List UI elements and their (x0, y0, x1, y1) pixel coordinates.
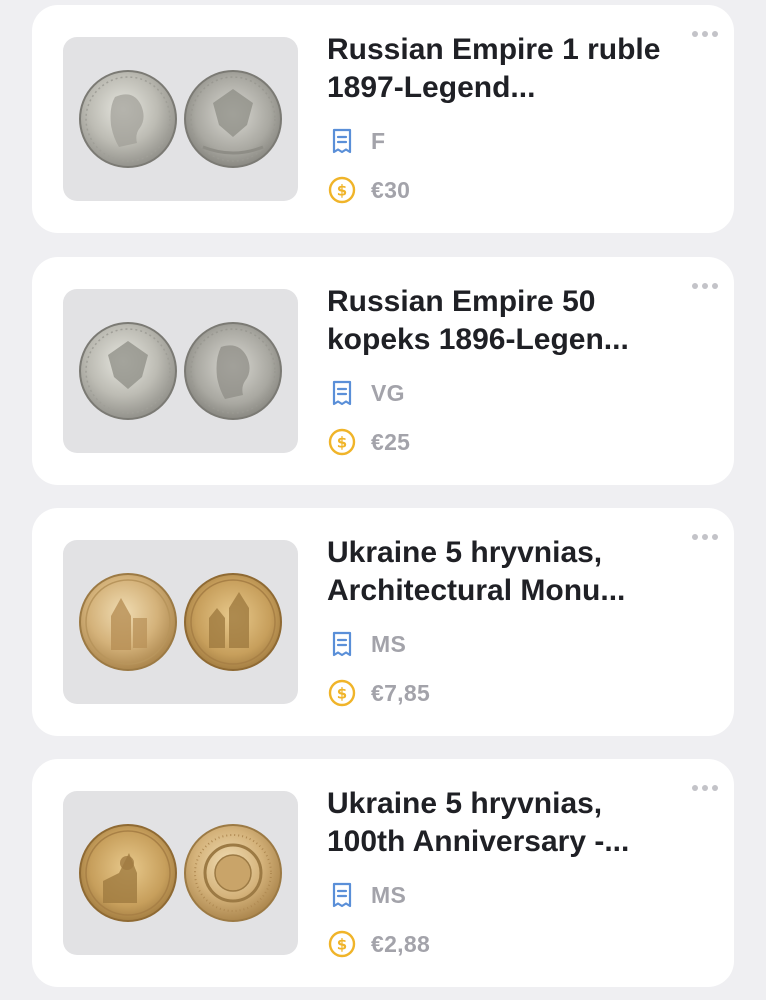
price-row: $ €7,85 (328, 679, 430, 707)
more-horizontal-icon (692, 785, 698, 791)
svg-text:$: $ (337, 685, 347, 703)
coin-thumbnail[interactable] (63, 37, 298, 201)
coin-title[interactable]: Russian Empire 1 ruble 1897-Legend... (327, 31, 687, 107)
coin-thumbnail[interactable] (63, 540, 298, 704)
more-options-button[interactable] (690, 279, 720, 293)
dollar-coin-icon: $ (328, 930, 356, 958)
brass-coin-pair-image (79, 824, 282, 922)
coin-price: €2,88 (371, 930, 431, 957)
bookmark-receipt-icon (332, 631, 352, 657)
coin-price: €30 (371, 176, 411, 203)
silver-coin-pair-image (79, 70, 282, 168)
more-horizontal-icon (692, 31, 698, 37)
coin-thumbnail[interactable] (63, 289, 298, 453)
svg-text:$: $ (337, 182, 347, 200)
price-row: $ €30 (328, 176, 410, 204)
coin-price: €7,85 (371, 679, 431, 706)
svg-text:$: $ (337, 434, 347, 452)
more-options-button[interactable] (690, 27, 720, 41)
svg-text:$: $ (337, 936, 347, 954)
coin-card[interactable]: Ukraine 5 hryvnias, Architectural Monu..… (32, 508, 734, 736)
more-options-button[interactable] (690, 530, 720, 544)
coin-price: €25 (371, 428, 411, 455)
coin-grade: VG (371, 379, 405, 406)
coin-card[interactable]: Russian Empire 1 ruble 1897-Legend... F … (32, 5, 734, 233)
price-row: $ €2,88 (328, 930, 430, 958)
coin-grade: MS (371, 881, 407, 908)
coin-thumbnail[interactable] (63, 791, 298, 955)
coin-title[interactable]: Ukraine 5 hryvnias, Architectural Monu..… (327, 534, 687, 610)
price-row: $ €25 (328, 428, 410, 456)
coin-title[interactable]: Ukraine 5 hryvnias, 100th Anniversary -.… (327, 785, 687, 861)
grade-row: MS (328, 881, 406, 909)
dollar-coin-icon: $ (328, 176, 356, 204)
bookmark-receipt-icon (332, 128, 352, 154)
coin-list: Russian Empire 1 ruble 1897-Legend... F … (0, 0, 766, 1000)
grade-row: F (328, 127, 385, 155)
coin-grade: F (371, 127, 386, 154)
dollar-coin-icon: $ (328, 679, 356, 707)
more-options-button[interactable] (690, 781, 720, 795)
coin-title[interactable]: Russian Empire 50 kopeks 1896-Legen... (327, 283, 687, 359)
more-horizontal-icon (692, 283, 698, 289)
bookmark-receipt-icon (332, 380, 352, 406)
coin-grade: MS (371, 630, 407, 657)
grade-row: MS (328, 630, 406, 658)
coin-card[interactable]: Russian Empire 50 kopeks 1896-Legen... V… (32, 257, 734, 485)
coin-card[interactable]: Ukraine 5 hryvnias, 100th Anniversary -.… (32, 759, 734, 987)
bookmark-receipt-icon (332, 882, 352, 908)
more-horizontal-icon (692, 534, 698, 540)
grade-row: VG (328, 379, 405, 407)
silver-coin-pair-image (79, 322, 282, 420)
dollar-coin-icon: $ (328, 428, 356, 456)
brass-coin-pair-image (79, 573, 282, 671)
